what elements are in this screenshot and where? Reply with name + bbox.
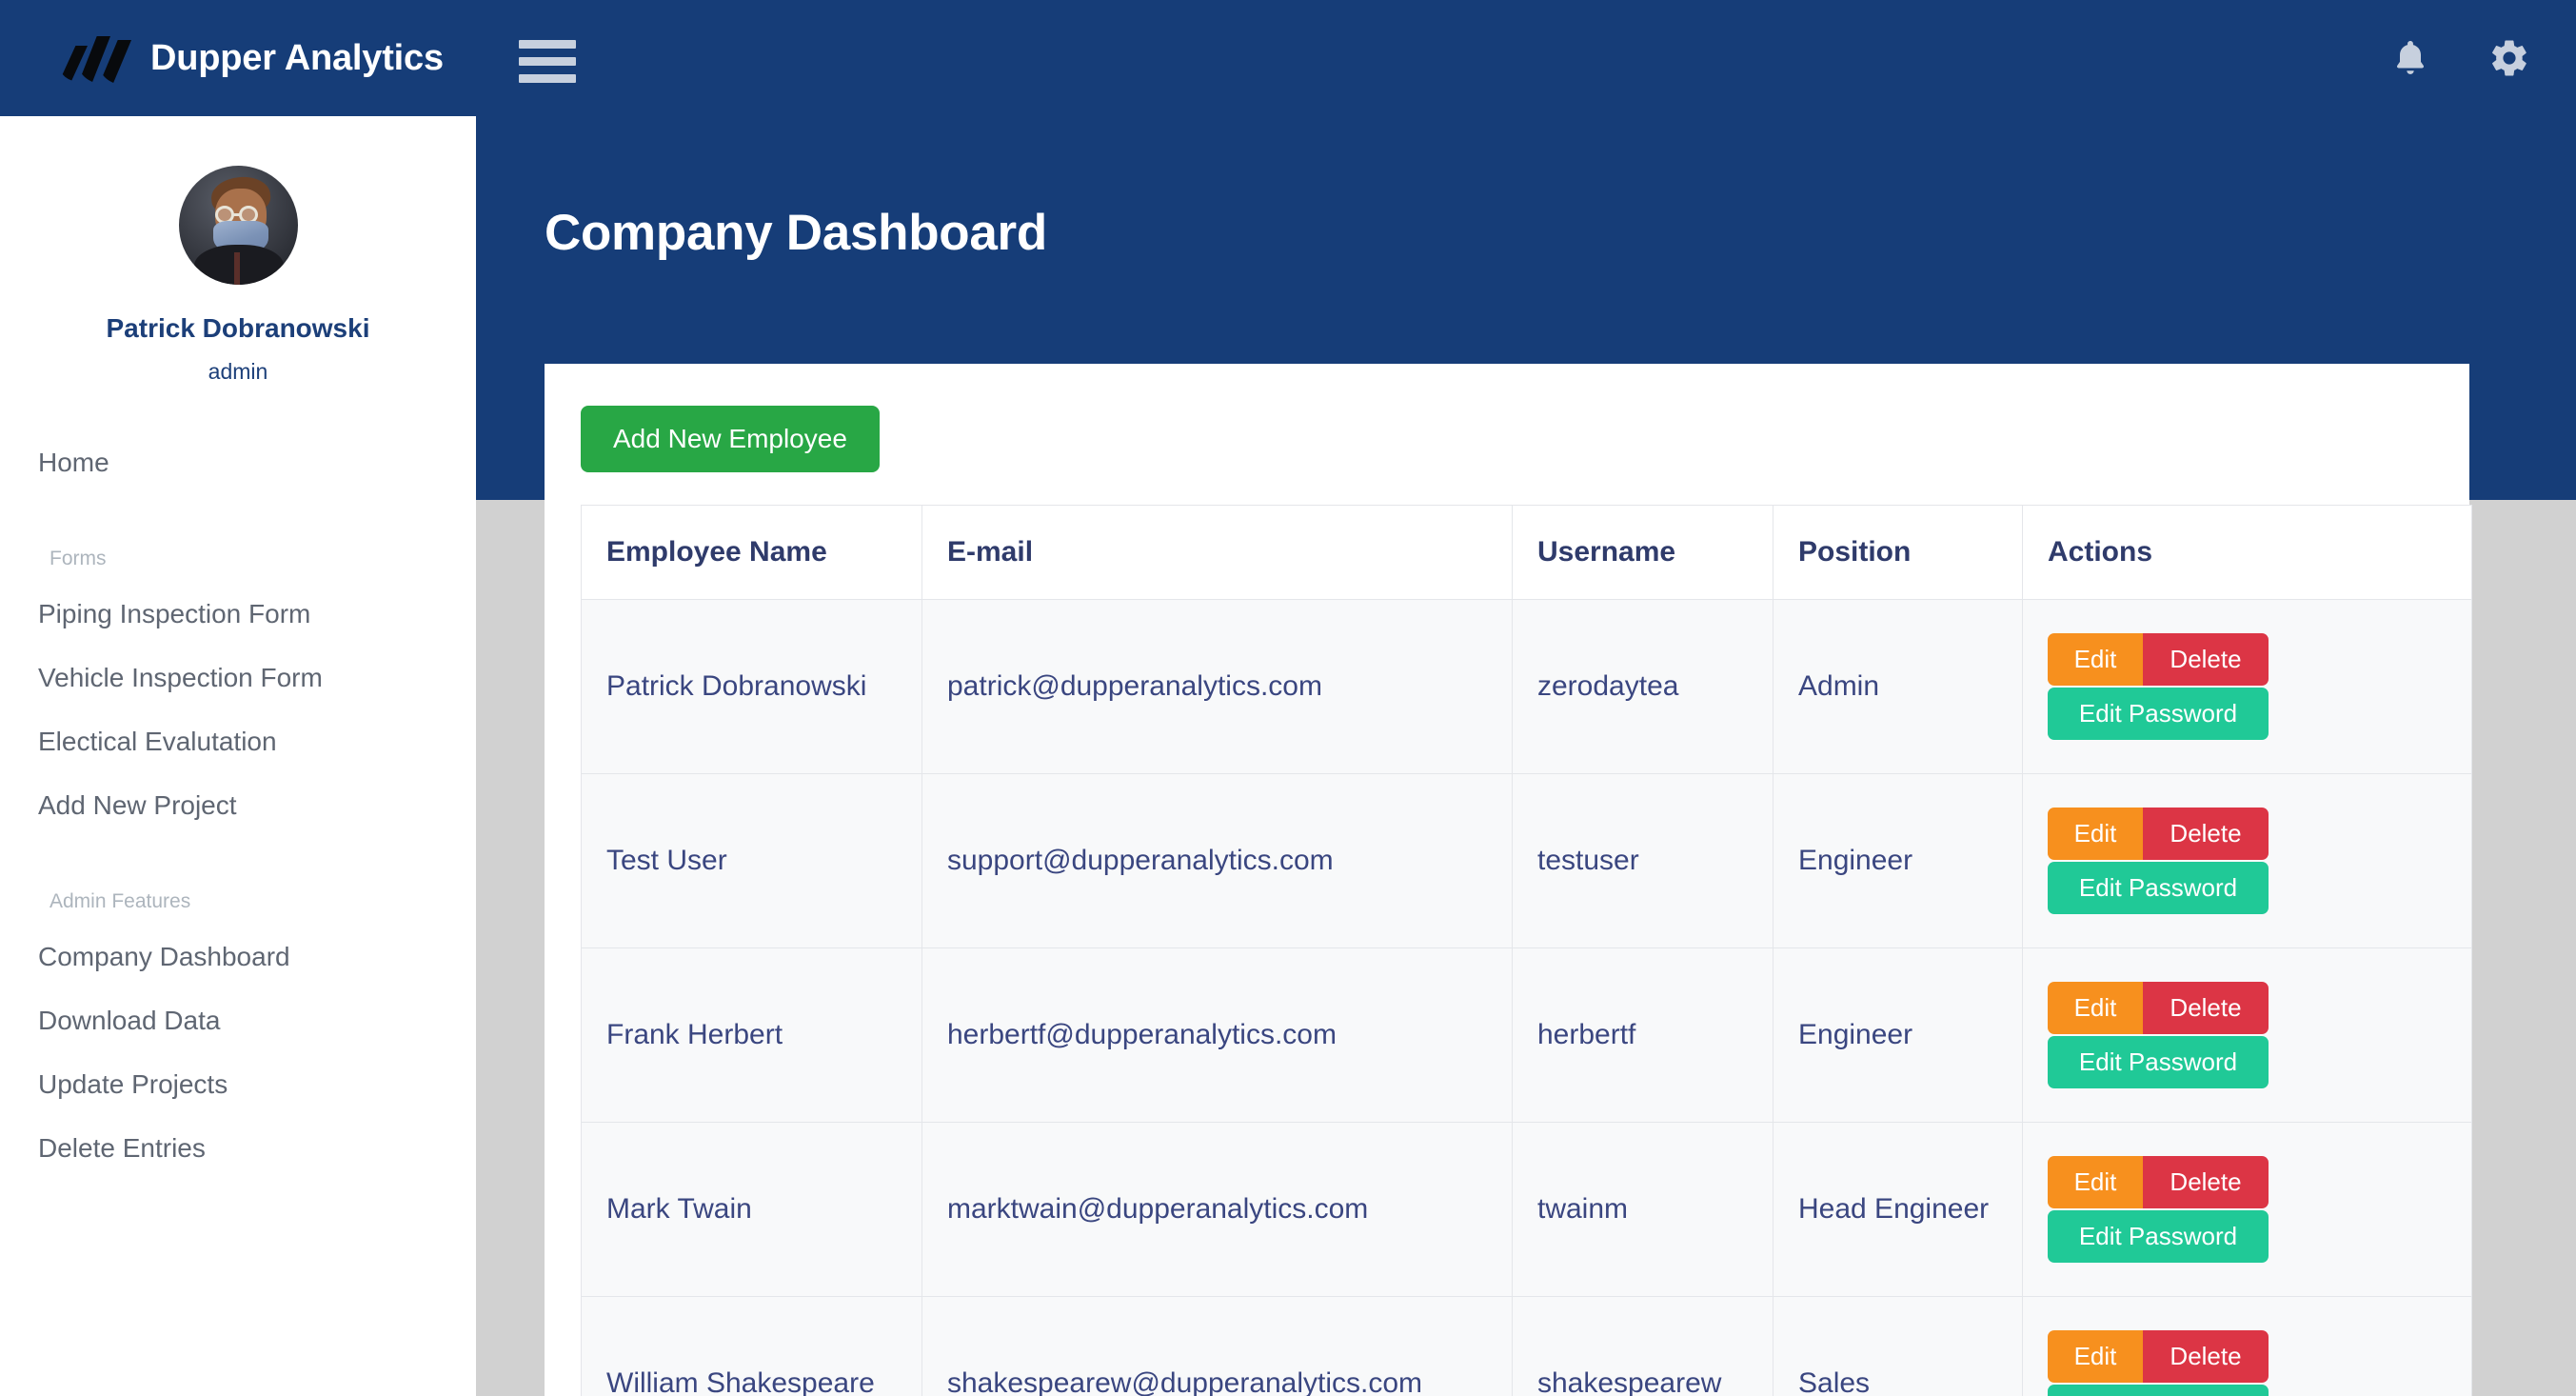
column-header-position: Position bbox=[1773, 505, 2023, 600]
cell-name: Mark Twain bbox=[581, 1122, 922, 1297]
sidebar-item-vehicle-inspection-form[interactable]: Vehicle Inspection Form bbox=[0, 646, 476, 709]
cell-email: marktwain@dupperanalytics.com bbox=[921, 1122, 1513, 1297]
table-row: Frank Herbert herbertf@dupperanalytics.co… bbox=[581, 947, 2472, 1123]
sidebar-profile: Patrick Dobranowski admin bbox=[0, 116, 476, 385]
sidebar-item-delete-entries[interactable]: Delete Entries bbox=[0, 1116, 476, 1180]
brand-title: Dupper Analytics bbox=[150, 37, 444, 78]
row-action-buttons: EditDeleteEdit Password bbox=[2048, 633, 2269, 740]
top-navigation-bar: Dupper Analytics bbox=[0, 0, 2576, 116]
sidebar-item-piping-inspection-form[interactable]: Piping Inspection Form bbox=[0, 582, 476, 646]
sidebar-navigation: Home Forms Piping Inspection Form Vehicl… bbox=[0, 430, 476, 1180]
row-action-buttons: EditDeleteEdit Password bbox=[2048, 982, 2269, 1088]
three-blades-logo-icon bbox=[59, 34, 131, 85]
profile-name: Patrick Dobranowski bbox=[106, 313, 370, 343]
row-action-buttons: EditDelete Edit Password bbox=[2048, 1330, 2269, 1396]
page-title: Company Dashboard bbox=[545, 205, 1047, 261]
row-action-buttons: EditDeleteEdit Password bbox=[2048, 808, 2269, 914]
user-avatar-masked-person bbox=[178, 166, 298, 285]
sidebar-item-update-projects[interactable]: Update Projects bbox=[0, 1052, 476, 1116]
sidebar-item-company-dashboard[interactable]: Company Dashboard bbox=[0, 925, 476, 988]
cell-position: Admin bbox=[1773, 599, 2023, 774]
brand: Dupper Analytics bbox=[0, 0, 476, 116]
employee-table-body: Patrick Dobranowski patrick@dupperanalyti… bbox=[581, 599, 2472, 1396]
table-header-row: Employee Name E-mail Username Position A… bbox=[581, 505, 2472, 600]
app-root: Dupper Analytics Patrick Dobranowski adm… bbox=[0, 0, 2576, 1396]
cell-actions: EditDeleteEdit Password bbox=[2022, 773, 2472, 948]
cell-email: support@dupperanalytics.com bbox=[921, 773, 1513, 948]
edit-button[interactable]: Edit bbox=[2048, 1156, 2143, 1208]
employee-table: Employee Name E-mail Username Position A… bbox=[581, 505, 2472, 1396]
sidebar-section-admin-features: Admin Features bbox=[50, 890, 191, 912]
cell-actions: EditDeleteEdit Password bbox=[2022, 599, 2472, 774]
sidebar-section-forms: Forms bbox=[50, 548, 107, 569]
sidebar-item-download-data[interactable]: Download Data bbox=[0, 988, 476, 1052]
edit-button[interactable]: Edit bbox=[2048, 982, 2143, 1034]
column-header-email: E-mail bbox=[921, 505, 1513, 600]
delete-button[interactable]: Delete bbox=[2143, 1156, 2269, 1208]
cell-position: Head Engineer bbox=[1773, 1122, 2023, 1297]
column-header-employee-name: Employee Name bbox=[581, 505, 922, 600]
column-header-actions: Actions bbox=[2022, 505, 2472, 600]
table-row: William Shakespeare shakespearew@dupperan… bbox=[581, 1296, 2472, 1396]
cell-name: Test User bbox=[581, 773, 922, 948]
edit-password-button[interactable]: Edit Password bbox=[2048, 862, 2269, 914]
gear-icon[interactable] bbox=[2488, 37, 2530, 79]
column-header-username: Username bbox=[1512, 505, 1773, 600]
delete-button[interactable]: Delete bbox=[2143, 982, 2269, 1034]
edit-password-button[interactable]: Edit Password bbox=[2048, 1210, 2269, 1263]
delete-button[interactable]: Delete bbox=[2143, 1330, 2269, 1383]
sidebar-item-add-new-project[interactable]: Add New Project bbox=[0, 773, 476, 837]
hamburger-menu-icon[interactable] bbox=[519, 40, 576, 83]
edit-button[interactable]: Edit bbox=[2048, 1330, 2143, 1383]
row-action-buttons: EditDeleteEdit Password bbox=[2048, 1156, 2269, 1263]
cell-email: herbertf@dupperanalytics.com bbox=[921, 947, 1513, 1123]
cell-name: Frank Herbert bbox=[581, 947, 922, 1123]
cell-actions: EditDelete Edit Password bbox=[2022, 1296, 2472, 1396]
sidebar-item-home[interactable]: Home bbox=[0, 430, 476, 494]
cell-actions: EditDeleteEdit Password bbox=[2022, 947, 2472, 1123]
cell-name: William Shakespeare bbox=[581, 1296, 922, 1396]
cell-name: Patrick Dobranowski bbox=[581, 599, 922, 774]
edit-password-button[interactable]: Edit Password bbox=[2048, 1036, 2269, 1088]
cell-position: Engineer bbox=[1773, 773, 2023, 948]
table-row: Test User support@dupperanalytics.com test… bbox=[581, 773, 2472, 948]
sidebar-item-electical-evalutation[interactable]: Electical Evalutation bbox=[0, 709, 476, 773]
bell-icon[interactable] bbox=[2389, 37, 2431, 79]
add-new-employee-button[interactable]: Add New Employee bbox=[581, 406, 880, 472]
cell-position: Engineer bbox=[1773, 947, 2023, 1123]
cell-email: patrick@dupperanalytics.com bbox=[921, 599, 1513, 774]
cell-username: herbertf bbox=[1512, 947, 1773, 1123]
employee-table-head: Employee Name E-mail Username Position A… bbox=[581, 505, 2472, 600]
delete-button[interactable]: Delete bbox=[2143, 633, 2269, 686]
cell-actions: EditDeleteEdit Password bbox=[2022, 1122, 2472, 1297]
delete-button[interactable]: Delete bbox=[2143, 808, 2269, 860]
sidebar: Patrick Dobranowski admin Home Forms Pip… bbox=[0, 116, 476, 1396]
profile-role: admin bbox=[208, 359, 268, 384]
cell-email: shakespearew@dupperanalytics.com bbox=[921, 1296, 1513, 1396]
edit-password-button[interactable]: Edit Password bbox=[2048, 688, 2269, 740]
table-row: Mark Twain marktwain@dupperanalytics.com t… bbox=[581, 1122, 2472, 1297]
table-row: Patrick Dobranowski patrick@dupperanalyti… bbox=[581, 599, 2472, 774]
edit-button[interactable]: Edit bbox=[2048, 808, 2143, 860]
cell-username: shakespearew bbox=[1512, 1296, 1773, 1396]
edit-password-button[interactable]: Edit Password bbox=[2048, 1385, 2269, 1396]
cell-username: twainm bbox=[1512, 1122, 1773, 1297]
edit-button[interactable]: Edit bbox=[2048, 633, 2143, 686]
cell-username: testuser bbox=[1512, 773, 1773, 948]
topbar-icons bbox=[2389, 0, 2530, 116]
dashboard-card: Add New Employee Employee Name E-mail Us… bbox=[545, 364, 2472, 1396]
cell-position: Sales bbox=[1773, 1296, 2023, 1396]
cell-username: zerodaytea bbox=[1512, 599, 1773, 774]
